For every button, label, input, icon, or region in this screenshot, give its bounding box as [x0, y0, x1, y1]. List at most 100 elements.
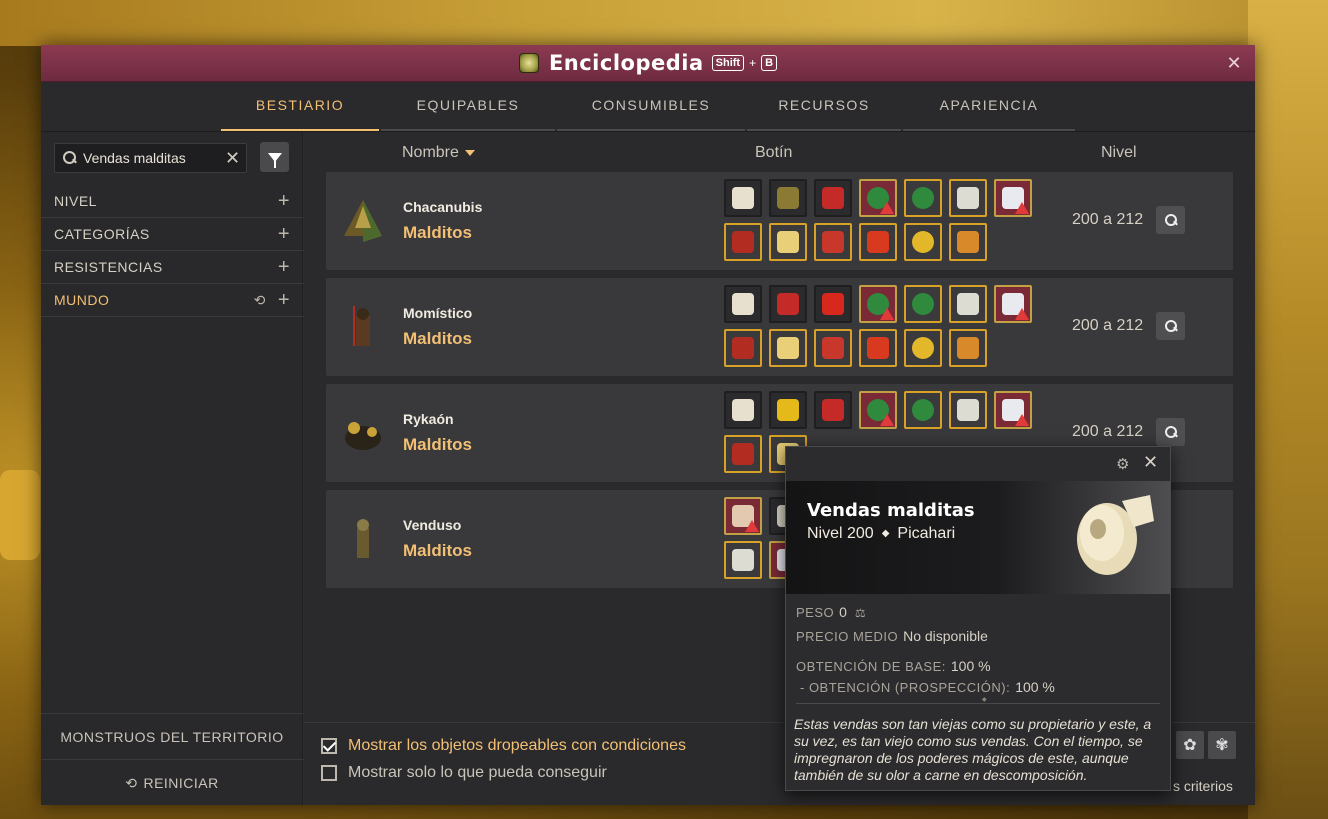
loot-item[interactable]	[769, 223, 807, 261]
loot-item-conditional[interactable]	[994, 179, 1032, 217]
loot-item[interactable]	[949, 329, 987, 367]
price-value: No disponible	[903, 628, 988, 644]
loot-item-conditional[interactable]	[859, 179, 897, 217]
tab-apariencia[interactable]: APARIENCIA	[903, 81, 1075, 131]
item-description: Estas vendas son tan viejas como su prop…	[794, 716, 1152, 783]
view-monster-button[interactable]	[1156, 206, 1185, 234]
loot-item[interactable]	[814, 329, 852, 367]
criteria-label[interactable]: s criterios	[1173, 778, 1233, 794]
loot-item[interactable]	[814, 179, 852, 217]
show-conditional-checkbox[interactable]	[321, 738, 337, 754]
close-window-icon[interactable]: ✕	[1225, 54, 1243, 72]
view-monster-button[interactable]	[1156, 418, 1185, 446]
loot-item-conditional[interactable]	[859, 285, 897, 323]
monster-level: 200 a 212	[1072, 211, 1144, 228]
loot-item[interactable]	[724, 329, 762, 367]
territory-monsters-button[interactable]: MONSTRUOS DEL TERRITORIO	[41, 714, 303, 760]
monster-portrait	[353, 306, 370, 346]
loot-item[interactable]	[724, 435, 762, 473]
tooltip-header: ⚙ ✕	[786, 447, 1170, 481]
loot-item-bandages[interactable]	[724, 391, 762, 429]
monster-family[interactable]: Malditos	[403, 329, 472, 349]
monster-level: 200 a 212	[1072, 317, 1144, 334]
item-tooltip: ⚙ ✕ Vendas malditas Nivel 200 ◆ Picahari P…	[785, 446, 1171, 791]
monster-family[interactable]: Malditos	[403, 223, 472, 243]
gear-icon[interactable]: ⚙	[1116, 455, 1129, 473]
column-name-header[interactable]: Nombre	[402, 144, 475, 162]
loot-item[interactable]	[949, 285, 987, 323]
expand-plus-icon[interactable]: +	[278, 290, 290, 310]
loot-item[interactable]	[814, 285, 852, 323]
loot-item[interactable]	[859, 329, 897, 367]
clear-search-icon[interactable]: ✕	[225, 149, 240, 167]
separator-dot: ◆	[881, 528, 890, 540]
tab-equipables[interactable]: EQUIPABLES	[381, 81, 555, 131]
filter-categorias[interactable]: CATEGORÍAS +	[41, 218, 303, 251]
filter-list: NIVEL + CATEGORÍAS + RESISTENCIAS + MUND…	[41, 185, 303, 317]
view-monster-button[interactable]	[1156, 312, 1185, 340]
expand-plus-icon[interactable]: +	[278, 257, 290, 277]
close-icon[interactable]: ✕	[1143, 452, 1158, 473]
loot-item-bandages[interactable]	[724, 179, 762, 217]
warning-icon	[745, 520, 759, 532]
loot-item-conditional[interactable]	[994, 391, 1032, 429]
loot-item[interactable]	[904, 285, 942, 323]
filter-button[interactable]	[260, 142, 289, 172]
show-conditional-label: Mostrar los objetos dropeables con condi…	[348, 737, 686, 754]
monster-family[interactable]: Malditos	[403, 541, 472, 561]
loot-item[interactable]	[769, 285, 807, 323]
loot-item[interactable]	[904, 329, 942, 367]
tab-bestiario[interactable]: BESTIARIO	[221, 81, 379, 131]
expand-plus-icon[interactable]: +	[278, 191, 290, 211]
reset-icon[interactable]: ⟲	[254, 292, 266, 309]
base-drop-key: OBTENCIÓN DE BASE:	[796, 659, 946, 674]
loot-item-bandages[interactable]	[724, 285, 762, 323]
tab-recursos[interactable]: RECURSOS	[747, 81, 901, 131]
show-conditional-option[interactable]: Mostrar los objetos dropeables con condi…	[321, 737, 686, 755]
loot-item[interactable]	[769, 329, 807, 367]
filter-resistencias[interactable]: RESISTENCIAS +	[41, 251, 303, 284]
loot-item[interactable]	[904, 223, 942, 261]
loot-item[interactable]	[904, 391, 942, 429]
reset-button[interactable]: ⟲ REINICIAR	[41, 760, 303, 806]
monster-portrait	[344, 200, 382, 242]
loot-item[interactable]	[859, 223, 897, 261]
filter-nivel[interactable]: NIVEL +	[41, 185, 303, 218]
expand-plus-icon[interactable]: +	[278, 224, 290, 244]
loot-item-conditional[interactable]	[724, 497, 762, 535]
monster-portrait	[345, 422, 381, 450]
background-right	[1248, 0, 1328, 819]
column-name-label: Nombre	[402, 144, 459, 161]
loot-item[interactable]	[724, 541, 762, 579]
sidebar: ✕ NIVEL + CATEGORÍAS + RESISTENCIAS + MU…	[41, 132, 303, 805]
loot-item[interactable]	[949, 179, 987, 217]
item-name: Vendas malditas	[807, 500, 975, 521]
show-obtainable-checkbox[interactable]	[321, 765, 337, 781]
bandage-roll-icon	[1077, 495, 1154, 575]
loot-item[interactable]	[724, 223, 762, 261]
show-obtainable-option[interactable]: Mostrar solo lo que pueda conseguir	[321, 764, 607, 782]
loot-item[interactable]	[769, 391, 807, 429]
loot-item[interactable]	[814, 391, 852, 429]
loot-item[interactable]	[769, 179, 807, 217]
monster-row[interactable]: Chacanubis Malditos 200 a 212	[326, 172, 1233, 270]
filter-mundo[interactable]: MUNDO ⟲ +	[41, 284, 303, 317]
loot-item-conditional[interactable]	[994, 285, 1032, 323]
window-title: Enciclopedia	[548, 51, 704, 75]
loot-item-conditional[interactable]	[859, 391, 897, 429]
loot-item[interactable]	[949, 391, 987, 429]
prospection-drop-value: 100 %	[1015, 679, 1055, 695]
loot-item[interactable]	[814, 223, 852, 261]
tab-consumibles[interactable]: CONSUMIBLES	[557, 81, 745, 131]
creature-filter-icon[interactable]: ✿	[1176, 731, 1204, 759]
warning-icon	[880, 308, 894, 320]
search-input[interactable]	[83, 150, 223, 166]
creature-filter-icon[interactable]: ✾	[1208, 731, 1236, 759]
loot-item[interactable]	[904, 179, 942, 217]
loot-item[interactable]	[949, 223, 987, 261]
price-line: PRECIO MEDIO No disponible	[796, 628, 1160, 644]
monster-family[interactable]: Malditos	[403, 435, 472, 455]
search-box: ✕	[54, 143, 247, 173]
monster-row[interactable]: Momístico Malditos 200 a 212	[326, 278, 1233, 376]
base-drop-value: 100 %	[950, 658, 991, 674]
